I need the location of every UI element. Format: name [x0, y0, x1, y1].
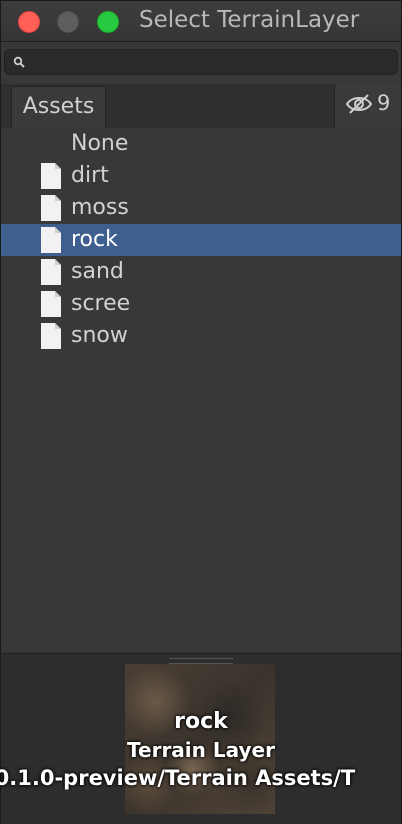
- hidden-packages-toggle[interactable]: 9: [334, 84, 401, 128]
- preview-path: /0.1.0-preview/Terrain Assets/T: [0, 766, 356, 790]
- list-item-none[interactable]: None: [1, 128, 401, 160]
- asset-list: None dirt moss rock sand scree snow: [1, 128, 401, 653]
- window-title: Select TerrainLayer: [139, 7, 360, 33]
- tab-bar: Assets 9: [1, 84, 401, 129]
- preview-pane: rock Terrain Layer /0.1.0-preview/Terrai…: [0, 653, 401, 824]
- list-item-scree[interactable]: scree: [1, 288, 401, 320]
- title-bar[interactable]: Select TerrainLayer: [1, 1, 401, 42]
- list-item-sand[interactable]: sand: [1, 256, 401, 288]
- search-icon: [13, 56, 25, 68]
- list-item-moss[interactable]: moss: [1, 192, 401, 224]
- file-icon: [41, 259, 61, 285]
- file-icon: [41, 163, 61, 189]
- search-row: [1, 42, 401, 84]
- close-button[interactable]: [18, 11, 40, 33]
- eye-slash-icon: [345, 94, 373, 114]
- file-icon: [41, 291, 61, 317]
- file-icon: [41, 323, 61, 349]
- maximize-button[interactable]: [97, 11, 119, 33]
- list-item-label: rock: [71, 227, 118, 252]
- list-item-label: moss: [71, 195, 129, 220]
- file-icon: [41, 195, 61, 221]
- list-item-label: dirt: [71, 163, 109, 188]
- preview-name: rock: [174, 709, 228, 734]
- list-item-label: sand: [71, 259, 124, 284]
- list-item-snow[interactable]: snow: [1, 320, 401, 352]
- list-item-label: scree: [71, 291, 131, 316]
- tab-assets[interactable]: Assets: [11, 86, 106, 128]
- file-icon: [41, 227, 61, 253]
- list-item-label: None: [71, 131, 129, 156]
- minimize-button[interactable]: [57, 11, 79, 33]
- preview-type: Terrain Layer: [127, 738, 275, 762]
- list-item-dirt[interactable]: dirt: [1, 160, 401, 192]
- list-item-label: snow: [71, 323, 128, 348]
- hidden-count: 9: [377, 91, 391, 115]
- object-picker-window: Select TerrainLayer Assets 9 None dirt m…: [0, 0, 402, 824]
- list-item-rock[interactable]: rock: [1, 224, 401, 256]
- search-input[interactable]: [4, 49, 398, 75]
